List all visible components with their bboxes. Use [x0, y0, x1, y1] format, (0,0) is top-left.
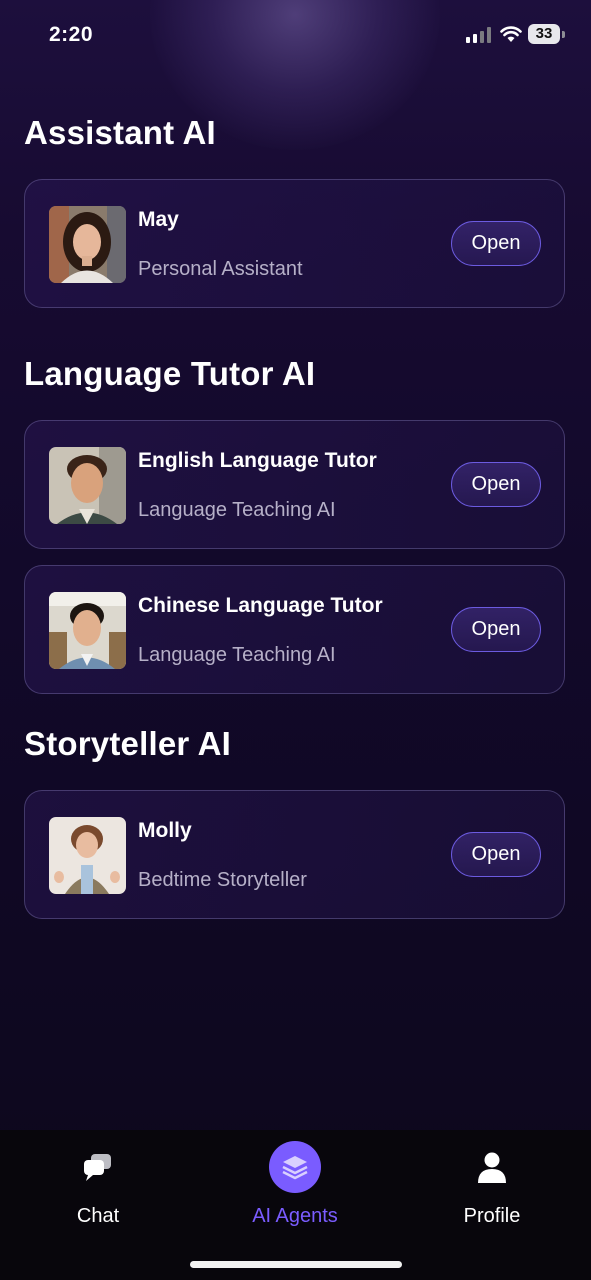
status-time: 2:20	[49, 23, 94, 46]
open-button[interactable]: Open	[451, 221, 541, 266]
agent-card-may[interactable]: May Personal Assistant Open	[24, 179, 565, 308]
agent-role: Bedtime Storyteller	[138, 869, 307, 891]
open-button[interactable]: Open	[451, 607, 541, 652]
tab-label: AI Agents	[252, 1205, 338, 1227]
bottom-tab-bar: Chat AI Agents Profile	[0, 1130, 591, 1280]
person-icon	[478, 1152, 506, 1183]
agent-card-english-tutor[interactable]: English Language Tutor Language Teaching…	[24, 420, 565, 549]
tab-label: Chat	[76, 1205, 120, 1227]
tab-profile[interactable]: Profile	[417, 1130, 567, 1240]
section-title-assistant: Assistant AI	[24, 114, 216, 151]
agent-role: Personal Assistant	[138, 258, 303, 280]
status-bar: 2:20 33	[0, 0, 591, 70]
agent-card-molly[interactable]: Molly Bedtime Storyteller Open	[24, 790, 565, 919]
agent-avatar-chinese-tutor	[49, 592, 126, 669]
agent-name: English Language Tutor	[138, 449, 377, 472]
agent-avatar-molly	[49, 817, 126, 894]
battery-level: 33	[528, 24, 560, 44]
tab-chat[interactable]: Chat	[23, 1130, 173, 1240]
chat-bubbles-icon	[84, 1154, 111, 1181]
home-indicator	[190, 1261, 402, 1268]
cellular-signal-icon	[466, 27, 491, 43]
tab-label: Profile	[463, 1205, 521, 1227]
agent-avatar-english-tutor	[49, 447, 126, 524]
open-button[interactable]: Open	[451, 832, 541, 877]
agent-role: Language Teaching AI	[138, 499, 336, 521]
agent-name: Chinese Language Tutor	[138, 594, 383, 617]
agent-name: May	[138, 208, 179, 231]
tab-ai-agents[interactable]: AI Agents	[220, 1130, 370, 1240]
agent-card-chinese-tutor[interactable]: Chinese Language Tutor Language Teaching…	[24, 565, 565, 694]
agent-role: Language Teaching AI	[138, 644, 336, 666]
agent-name: Molly	[138, 819, 192, 842]
battery-indicator: 33	[528, 24, 566, 44]
section-title-storyteller: Storyteller AI	[24, 725, 231, 762]
agent-avatar-may	[49, 206, 126, 283]
section-title-language-tutor: Language Tutor AI	[24, 355, 316, 392]
layers-icon	[269, 1141, 321, 1193]
wifi-icon	[500, 26, 522, 42]
open-button[interactable]: Open	[451, 462, 541, 507]
